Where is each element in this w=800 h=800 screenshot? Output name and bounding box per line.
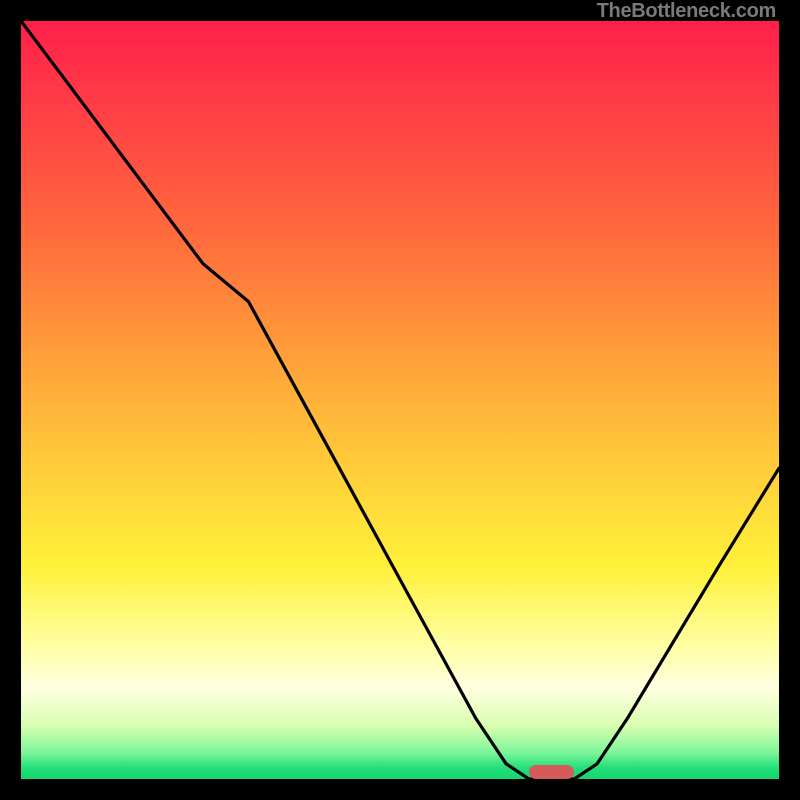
- plot-area: [21, 21, 779, 779]
- chart-frame: TheBottleneck.com: [0, 0, 800, 800]
- optimal-marker: [529, 765, 574, 779]
- curve-layer: [21, 21, 779, 779]
- watermark-text: TheBottleneck.com: [597, 0, 776, 23]
- curve-path: [21, 21, 779, 779]
